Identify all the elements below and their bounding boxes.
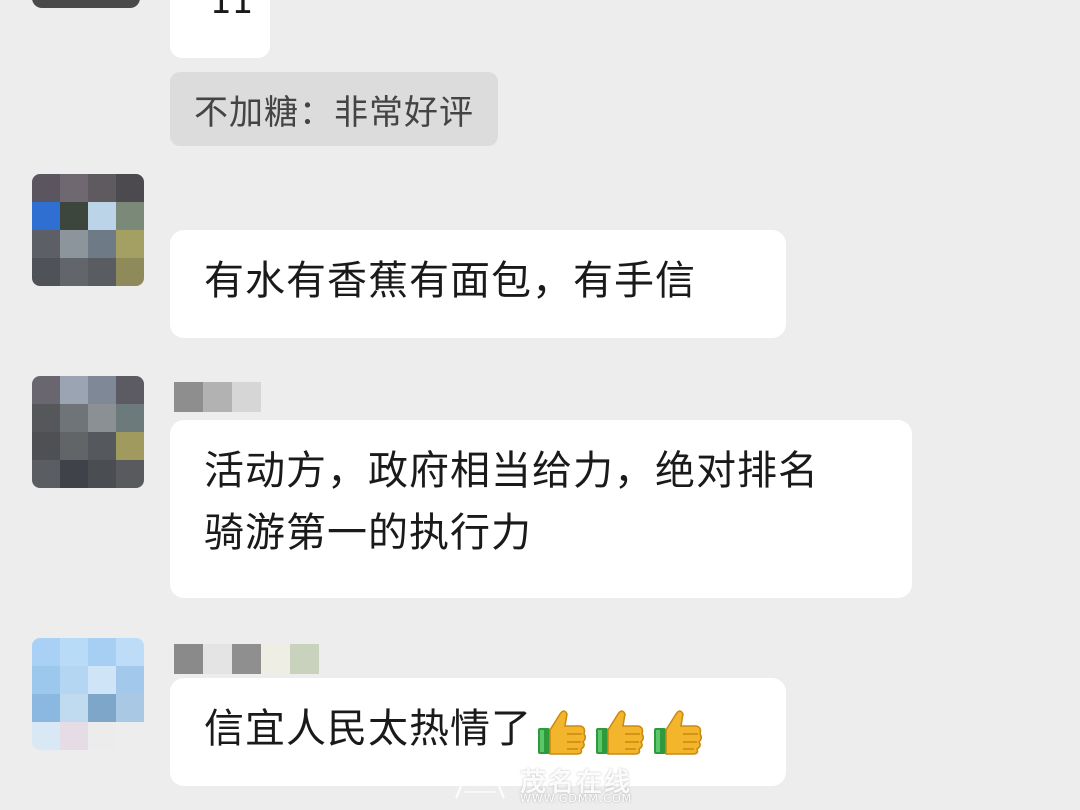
quote-tag[interactable]: 不加糖：非常好评 [170,72,498,146]
emoji-group [534,704,704,758]
message-text: 11 [210,0,254,22]
message-text-line: 骑游第一的执行力 [204,510,532,556]
message-text: 信宜人民太热情了 [204,706,532,752]
avatar[interactable] [32,174,144,286]
sender-name [174,382,261,412]
avatar[interactable] [32,376,144,488]
message-bubble[interactable]: 有水有香蕉有面包，有手信 [170,230,786,338]
thumbs-up-icon [538,710,587,755]
message-bubble[interactable]: 活动方，政府相当给力，绝对排名 骑游第一的执行力 [170,420,912,598]
avatar[interactable] [32,0,140,8]
message-text: 有水有香蕉有面包，有手信 [204,258,696,304]
avatar[interactable] [32,638,144,750]
message-bubble[interactable]: 11 [170,0,270,58]
watermark: 茂名在线 WWW.GDMM.COM [440,762,650,810]
sender-name [174,644,319,674]
thumbs-up-icon [654,710,703,755]
quote-text: 不加糖：非常好评 [194,92,474,133]
watermark-logo-icon [455,767,505,799]
watermark-url: WWW.GDMM.COM [520,792,633,805]
message-text-line: 活动方，政府相当给力，绝对排名 [204,448,819,494]
thumbs-up-icon [596,710,645,755]
